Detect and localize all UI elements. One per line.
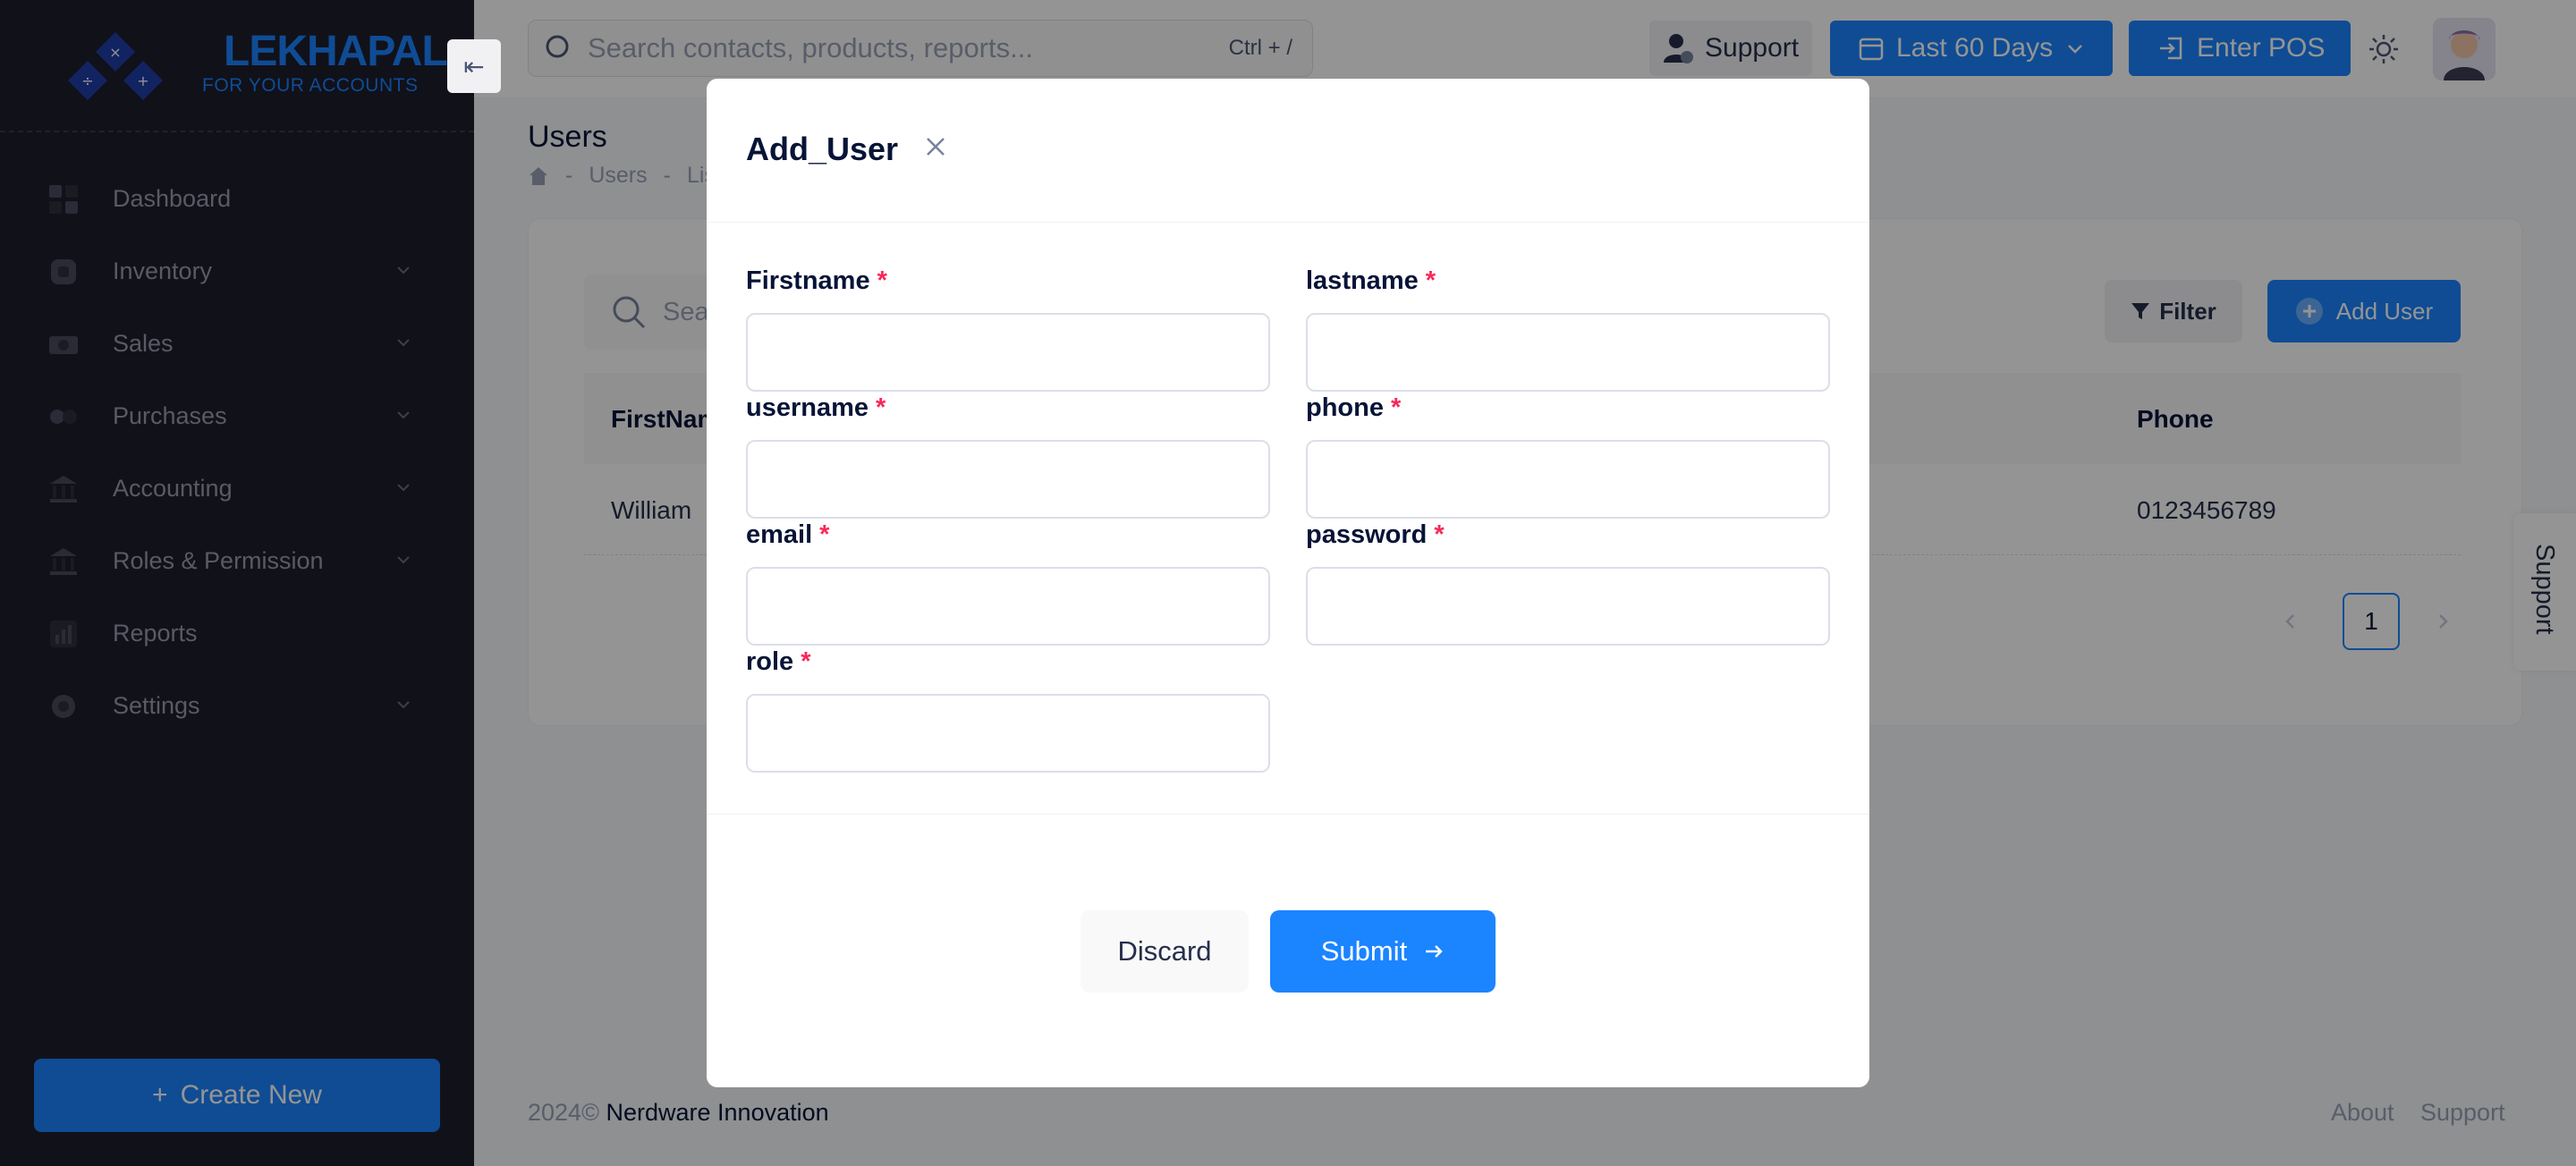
required-mark: * <box>876 393 886 422</box>
username-input[interactable] <box>746 440 1270 519</box>
phone-input[interactable] <box>1306 440 1830 519</box>
password-input[interactable] <box>1306 567 1830 646</box>
required-mark: * <box>801 647 811 676</box>
close-icon[interactable] <box>923 134 948 159</box>
sidebar-toggle-button[interactable]: ⇤ <box>447 39 501 93</box>
required-mark: * <box>877 266 887 295</box>
modal-title: Add_User <box>746 131 899 167</box>
submit-label: Submit <box>1320 935 1408 967</box>
lastname-label-text: lastname <box>1306 266 1419 295</box>
arrow-right-icon <box>1426 945 1444 958</box>
username-label-text: username <box>746 393 869 422</box>
lastname-label: lastname * <box>1306 266 1436 296</box>
lastname-input[interactable] <box>1306 313 1830 392</box>
email-label-text: email <box>746 520 813 549</box>
firstname-label: Firstname * <box>746 266 887 296</box>
discard-button[interactable]: Discard <box>1080 910 1249 993</box>
submit-button[interactable]: Submit <box>1270 910 1496 993</box>
collapse-arrow-icon: ⇤ <box>463 52 485 80</box>
role-label-text: role <box>746 647 794 676</box>
required-mark: * <box>1425 266 1436 295</box>
role-label: role * <box>746 647 810 677</box>
password-label-text: password <box>1306 520 1428 549</box>
add-user-modal: Add_User Firstname * lastname * username * … <box>707 79 1869 1087</box>
required-mark: * <box>1434 520 1445 549</box>
username-label: username * <box>746 393 886 423</box>
required-mark: * <box>819 520 830 549</box>
modal-footer-divider <box>707 814 1869 815</box>
required-mark: * <box>1391 393 1402 422</box>
phone-label-text: phone <box>1306 393 1384 422</box>
role-input[interactable] <box>746 694 1270 773</box>
phone-label: phone * <box>1306 393 1401 423</box>
firstname-input[interactable] <box>746 313 1270 392</box>
password-label: password * <box>1306 520 1445 550</box>
email-label: email * <box>746 520 829 550</box>
email-input[interactable] <box>746 567 1270 646</box>
firstname-label-text: Firstname <box>746 266 870 295</box>
modal-header-divider <box>707 222 1869 223</box>
